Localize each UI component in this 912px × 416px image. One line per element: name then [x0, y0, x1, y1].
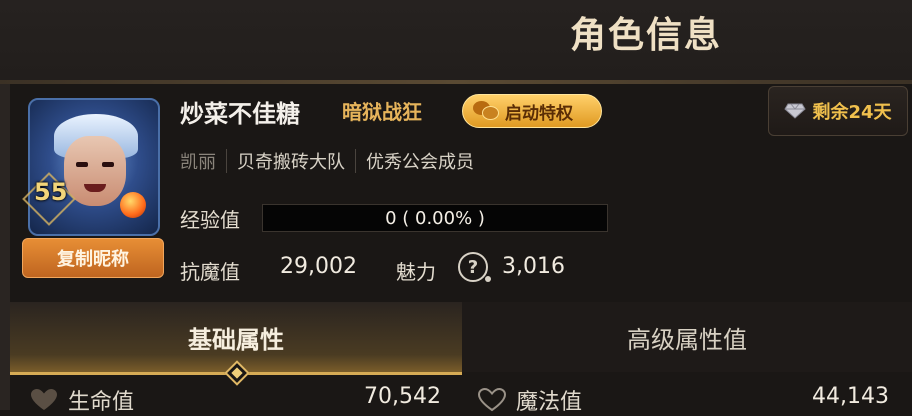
- privilege-button[interactable]: 启动特权: [462, 94, 602, 128]
- charm-label: 魅力: [396, 260, 436, 284]
- divider: [355, 149, 356, 173]
- copy-nickname-button[interactable]: 复制昵称: [22, 238, 164, 278]
- resist-label: 抗魔值: [180, 260, 240, 284]
- header-divider: [0, 80, 912, 84]
- exp-bar: 0 ( 0.00% ): [262, 204, 608, 232]
- header-bar: 角色信息: [0, 0, 912, 80]
- tab-advanced-attributes[interactable]: 高级属性值: [462, 302, 912, 372]
- attribute-label: 魔法值: [516, 390, 583, 415]
- charm-value: 3,016: [502, 254, 565, 279]
- guild-name[interactable]: 贝奇搬砖大队: [237, 148, 345, 174]
- level-badge: 55: [34, 178, 68, 206]
- avatar-eye: [76, 162, 88, 167]
- guild-role: 优秀公会成员: [366, 152, 474, 173]
- remaining-days-label: 剩余24天: [812, 102, 892, 123]
- question-icon[interactable]: ?: [458, 252, 491, 282]
- privilege-label: 启动特权: [505, 103, 573, 124]
- heart-icon: [31, 389, 57, 410]
- page-title: 角色信息: [570, 15, 723, 56]
- wechat-icon: [473, 101, 499, 121]
- player-name: 炒菜不佳糖: [180, 100, 300, 128]
- diamond-icon: [784, 103, 807, 119]
- attribute-value: 70,542: [364, 384, 441, 409]
- remaining-days-button[interactable]: 剩余24天: [768, 86, 908, 136]
- attribute-tabs: 基础属性 高级属性值: [10, 302, 912, 375]
- attribute-value: 44,143: [812, 384, 889, 409]
- attribute-row: 魔法值: [478, 384, 582, 416]
- hero-name: 凯丽: [180, 152, 216, 173]
- resist-value: 29,002: [280, 254, 357, 279]
- panel-edge: [0, 84, 10, 410]
- divider: [226, 149, 227, 173]
- guild-row: 凯丽 贝奇搬砖大队 优秀公会成员: [180, 146, 474, 176]
- exp-label: 经验值: [180, 208, 240, 232]
- avatar-orb: [120, 192, 146, 218]
- attribute-label: 生命值: [68, 390, 135, 415]
- heart-icon: [478, 388, 506, 412]
- player-title: 暗狱战狂: [342, 100, 422, 124]
- exp-text: 0 ( 0.00% ): [385, 207, 485, 229]
- attribute-row: 生命值: [30, 384, 134, 416]
- avatar-eye: [102, 162, 114, 167]
